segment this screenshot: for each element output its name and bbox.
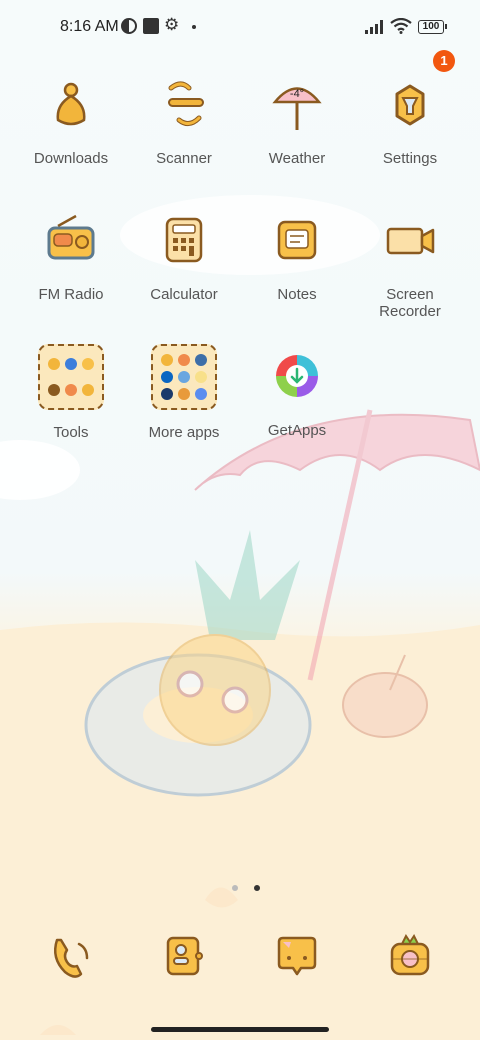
app-weather[interactable]: -4° Weather — [241, 70, 353, 167]
app-notes[interactable]: Notes — [241, 206, 353, 303]
dock-camera[interactable] — [382, 928, 438, 984]
dock-messages[interactable] — [269, 928, 325, 984]
app-downloads[interactable]: Downloads — [15, 70, 127, 167]
page-dot-2[interactable] — [254, 885, 261, 891]
app-scanner[interactable]: Scanner — [128, 70, 240, 167]
home-gesture-bar[interactable] — [151, 1027, 329, 1032]
dot-icon — [192, 25, 196, 29]
dock-contacts[interactable] — [156, 928, 212, 984]
page-dot-1[interactable] — [232, 885, 238, 891]
gear-icon: ⚙ — [164, 15, 180, 34]
dock-phone[interactable] — [43, 928, 99, 984]
battery-icon: 100 — [418, 20, 447, 34]
weather-icon: -4° — [262, 70, 332, 140]
notes-icon — [262, 206, 332, 276]
folder-tools[interactable]: Tools — [15, 342, 127, 441]
downloads-icon — [36, 70, 106, 140]
app-screen-recorder[interactable]: Screen Recorder — [354, 206, 466, 320]
screen-recorder-icon — [375, 206, 445, 276]
page-indicator — [226, 878, 266, 896]
phone-icon — [54, 938, 89, 978]
wifi-icon — [390, 18, 412, 34]
calculator-icon — [149, 206, 219, 276]
app-calculator[interactable]: Calculator — [128, 206, 240, 303]
app-fm-radio[interactable]: FM Radio — [15, 206, 127, 303]
contrast-icon — [121, 18, 137, 34]
clock: 8:16 AM — [60, 18, 119, 35]
settings-icon: 1 — [375, 50, 455, 140]
status-bar: 8:16 AM ⚙ 100 — [0, 0, 480, 56]
weather-temp: -4° — [290, 88, 304, 100]
radio-icon — [36, 206, 106, 276]
camera-icon — [390, 934, 430, 976]
app-getapps[interactable]: GetApps — [241, 342, 353, 439]
tools-folder-icon — [36, 344, 106, 414]
more-apps-folder-icon — [149, 344, 219, 414]
signal-icon — [365, 20, 383, 34]
messages-icon — [277, 936, 317, 976]
scanner-icon — [149, 70, 219, 140]
folder-more-apps[interactable]: More apps — [128, 342, 240, 441]
app-settings[interactable]: 1 Settings — [354, 50, 466, 167]
getapps-icon — [262, 342, 332, 412]
contacts-icon — [166, 936, 203, 976]
notification-badge: 1 — [433, 50, 455, 72]
square-icon — [143, 18, 159, 34]
